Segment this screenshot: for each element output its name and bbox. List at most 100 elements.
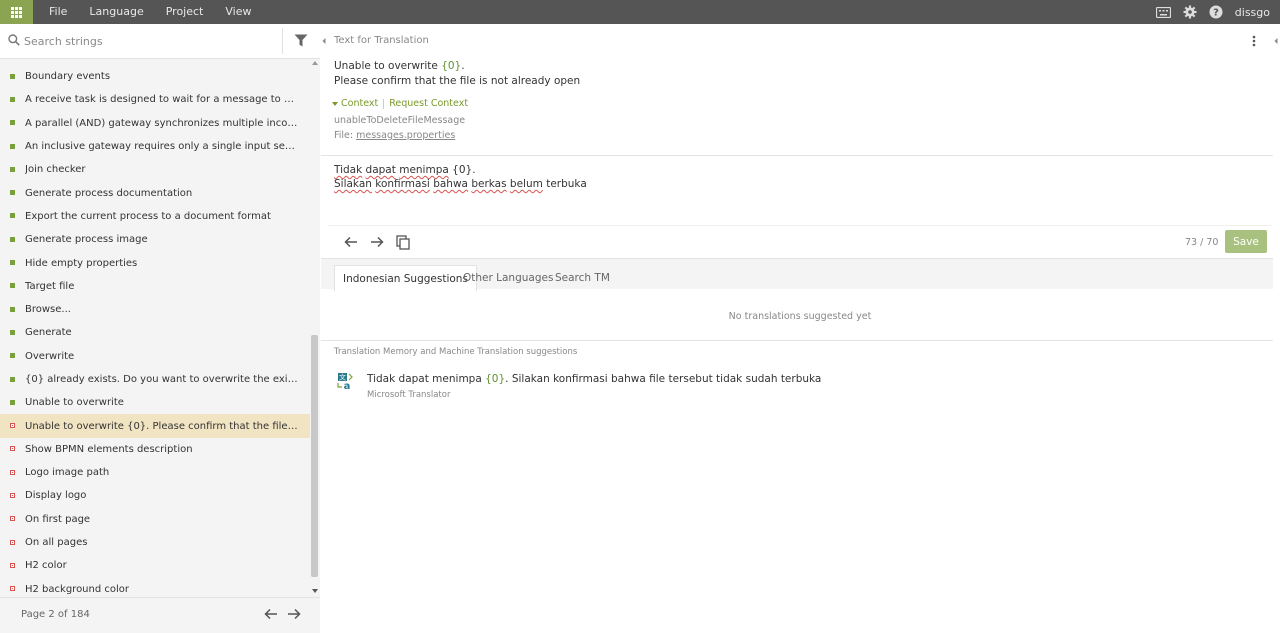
next-string-arrow-icon[interactable] [364,234,390,250]
filter-icon[interactable] [294,34,308,50]
search-divider [282,28,283,54]
svg-text:?: ? [1213,8,1219,19]
prev-page-arrow-icon[interactable] [264,608,278,623]
scroll-thumb[interactable] [311,335,318,577]
menu-view[interactable]: View [214,0,262,24]
list-item-label: A parallel (AND) gateway synchronizes mu… [25,117,300,129]
list-item[interactable]: Export the current process to a document… [0,205,310,228]
translated-status-icon [10,190,15,196]
list-item-label: Overwrite [25,350,75,362]
file-link[interactable]: messages.properties [356,130,455,141]
page-indicator: Page 2 of 184 [21,609,90,620]
more-options-icon[interactable] [1252,35,1256,50]
translation-word: konfirmasi [375,178,430,190]
mt-suggestion-text[interactable]: Tidak dapat menimpa {0}. Silakan konfirm… [367,373,821,385]
mt-text-start: Tidak dapat menimpa [367,373,486,385]
translated-status-icon [10,399,15,405]
translation-editor[interactable]: Tidak dapat menimpa {0}. Silakan konfirm… [334,163,587,191]
next-page-arrow-icon[interactable] [287,608,301,623]
character-counter: 73 / 70 [1185,237,1219,248]
list-item[interactable]: A receive task is designed to wait for a… [0,88,310,111]
list-item[interactable]: H2 color [0,554,310,577]
translated-status-icon [10,236,15,242]
list-item-label: Target file [25,280,75,292]
mt-source-label: Microsoft Translator [367,390,451,400]
list-item-label: On first page [25,513,91,525]
translated-status-icon [10,260,15,266]
gear-icon[interactable] [1177,0,1203,24]
list-item-label: Generate process documentation [25,187,193,199]
string-file: File: messages.properties [334,130,455,141]
list-item[interactable]: Unable to overwrite {0}. Please confirm … [0,414,310,438]
menu-project[interactable]: Project [155,0,215,24]
collapse-left-panel-icon[interactable] [321,34,327,48]
list-item[interactable]: Logo image path [0,461,310,484]
request-context-link[interactable]: Request Context [389,98,468,109]
collapse-right-panel-icon[interactable] [1272,34,1280,48]
user-name[interactable]: dissgo [1229,6,1280,19]
tm-section-header: Translation Memory and Machine Translati… [334,347,578,357]
scroll-up-arrow-icon[interactable] [312,61,318,65]
help-icon[interactable]: ? [1203,0,1229,24]
source-placeholder-token: {0} [441,60,462,72]
save-button[interactable]: Save [1225,230,1267,253]
scrollbar[interactable] [310,59,320,598]
translation-word: belum [509,178,543,190]
list-item-label: H2 color [25,560,67,572]
divider [328,225,1272,226]
untranslated-status-icon [10,446,15,452]
file-prefix: File: [334,130,357,141]
list-item[interactable]: Generate process documentation [0,181,310,204]
list-item[interactable]: Generate [0,321,310,344]
list-item-label: Display logo [25,490,87,502]
list-item-label: {0} already exists. Do you want to overw… [25,374,300,385]
untranslated-status-icon [10,562,15,568]
search-input[interactable] [24,32,276,51]
list-item[interactable]: Hide empty properties [0,251,310,274]
list-item[interactable]: An inclusive gateway requires only a sin… [0,135,310,158]
list-item[interactable]: Join checker [0,158,310,181]
apps-grid-icon[interactable] [0,0,33,24]
list-item-label: Join checker [25,164,86,176]
source-line-1-end: . [461,60,465,72]
string-key: unableToDeleteFileMessage [334,115,466,126]
tab-search-tm[interactable]: Search TM [547,265,618,291]
search-icon [8,34,20,49]
mt-placeholder-token: {0} [485,373,506,385]
copy-source-icon[interactable] [390,234,416,250]
untranslated-status-icon [10,469,15,475]
list-item[interactable]: On first page [0,508,310,531]
main-menu: File Language Project View [38,0,262,24]
scroll-down-arrow-icon[interactable] [312,589,318,593]
divider [321,340,1273,341]
divider [321,155,1273,156]
empty-suggestions-message: No translations suggested yet [728,311,872,322]
list-item-label: Generate process image [25,234,148,246]
translation-word: dapat [365,164,396,176]
context-toggle[interactable]: Context [341,98,378,109]
list-item[interactable]: A parallel (AND) gateway synchronizes mu… [0,112,310,135]
context-row: Context Request Context [332,98,468,109]
menu-language[interactable]: Language [78,0,154,24]
keyboard-icon[interactable] [1151,0,1177,24]
list-item[interactable]: Target file [0,275,310,298]
previous-string-arrow-icon[interactable] [338,234,364,250]
list-item[interactable]: Show BPMN elements description [0,438,310,461]
translation-word: terbuka [546,178,587,190]
list-item[interactable]: {0} already exists. Do you want to overw… [0,368,310,391]
editor-toolbar [338,234,416,250]
translation-word: bahwa [433,178,468,190]
list-item-label: Show BPMN elements description [25,443,193,455]
list-item[interactable]: Unable to overwrite [0,391,310,414]
list-item[interactable]: On all pages [0,531,310,554]
menu-file[interactable]: File [38,0,78,24]
source-header: Text for Translation [334,35,429,46]
list-item[interactable]: Overwrite [0,345,310,368]
list-item[interactable]: Browse... [0,298,310,321]
tab-other-languages[interactable]: Other Languages [455,265,561,291]
list-item[interactable]: Boundary events [0,65,310,88]
list-item[interactable]: Display logo [0,484,310,507]
translation-word: berkas [471,178,507,190]
suggestion-tabs: Indonesian Suggestions Other Languages S… [321,258,1273,291]
list-item[interactable]: Generate process image [0,228,310,251]
